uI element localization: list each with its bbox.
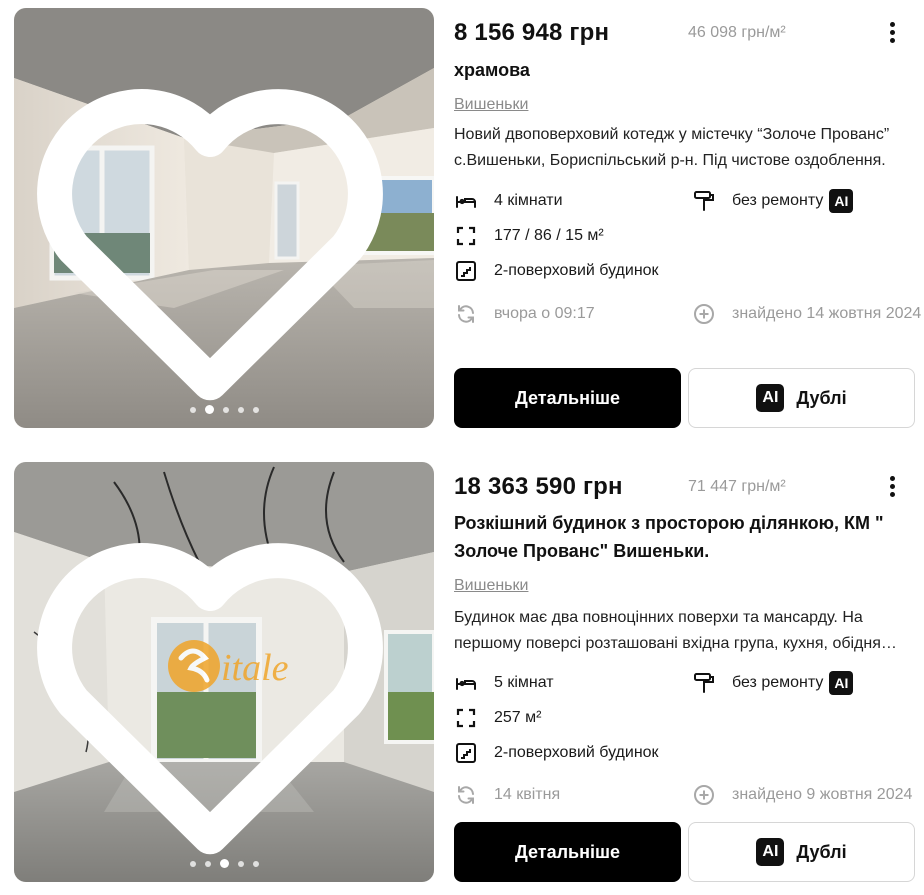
building-value: 2-поверховий будинок [494, 262, 659, 279]
feature-area: 257 м² [454, 706, 541, 730]
vertical-dots-icon[interactable] [882, 20, 902, 46]
listing-description: Будинок має два повноцінних поверхи та м… [454, 609, 881, 652]
building-value: 2-поверховий будинок [494, 744, 659, 761]
feature-building: 2-поверховий будинок [454, 741, 659, 765]
paint-roller-icon [692, 189, 716, 213]
carousel-dot[interactable] [204, 860, 211, 867]
listing-price: 18 363 590 грн [454, 473, 623, 500]
carousel-dot-active[interactable] [204, 405, 214, 414]
listing-location[interactable]: Вишеньки [454, 96, 528, 114]
plus-circle-icon [692, 302, 716, 326]
price-per-m2: 71 447 грн/м² [688, 478, 786, 495]
feature-renovation: без ремонту AI [692, 671, 854, 695]
feature-found: знайдено 9 жовтня 2024 [692, 783, 912, 807]
carousel-dot[interactable] [237, 860, 244, 867]
feature-updated: вчора о 09:17 [454, 302, 595, 326]
duplicates-label: Дублі [796, 841, 847, 862]
updated-value: 14 квітня [494, 786, 561, 803]
feature-rooms: 4 кімнати [454, 189, 563, 213]
plus-circle-icon [692, 783, 716, 807]
listing-price: 8 156 948 грн [454, 19, 610, 46]
area-value: 177 / 86 / 15 м² [494, 227, 604, 244]
details-button[interactable]: Детальніше [454, 822, 681, 882]
area-corners-icon [454, 706, 478, 730]
found-value: знайдено 14 жовтня 2024 [732, 305, 922, 322]
ai-badge: AI [756, 384, 785, 412]
feature-updated: 14 квітня [454, 783, 560, 807]
duplicates-button[interactable]: AI Дублі [688, 822, 915, 882]
details-button[interactable]: Детальніше [454, 368, 681, 428]
renovation-value: без ремонту [732, 192, 824, 209]
stairs-icon [454, 741, 478, 765]
ai-badge: AI [829, 189, 854, 213]
paint-roller-icon [692, 671, 716, 695]
carousel-dot[interactable] [252, 860, 259, 867]
carousel-dot[interactable] [252, 406, 259, 413]
listing-location[interactable]: Вишеньки [454, 577, 528, 595]
carousel-dot[interactable] [189, 860, 196, 867]
heart-outline-icon[interactable] [14, 478, 420, 882]
feature-found: знайдено 14 жовтня 2024 [692, 302, 921, 326]
feature-renovation: без ремонту AI [692, 189, 854, 213]
stairs-icon [454, 259, 478, 283]
duplicates-label: Дублі [796, 387, 847, 408]
listing-title[interactable]: храмова [454, 56, 904, 84]
listing-title[interactable]: Розкішний будинок з просторою ділянкою, … [454, 509, 904, 565]
rooms-value: 5 кімнат [494, 674, 554, 691]
bed-icon [454, 189, 478, 213]
refresh-icon [454, 783, 478, 807]
carousel-dot-active[interactable] [219, 859, 229, 868]
ai-badge: AI [829, 671, 854, 695]
ai-badge: AI [756, 838, 785, 866]
listing-description: Новий двоповерховий котедж у містечку “З… [454, 126, 890, 169]
carousel-dot[interactable] [222, 406, 229, 413]
carousel-dot[interactable] [189, 406, 196, 413]
carousel-dot[interactable] [237, 406, 244, 413]
heart-outline-icon[interactable] [14, 24, 420, 428]
feature-building: 2-поверховий будинок [454, 259, 659, 283]
feature-area: 177 / 86 / 15 м² [454, 224, 604, 248]
bed-icon [454, 671, 478, 695]
listing-photo[interactable]: itale [14, 462, 434, 882]
rooms-value: 4 кімнати [494, 192, 563, 209]
refresh-icon [454, 302, 478, 326]
photo-carousel-dots [14, 859, 434, 868]
price-per-m2: 46 098 грн/м² [688, 24, 786, 41]
vertical-dots-icon[interactable] [882, 474, 902, 500]
area-corners-icon [454, 224, 478, 248]
area-value: 257 м² [494, 709, 542, 726]
listing-card: itale 18 363 590 грн 71 447 грн/м² Розкі… [0, 455, 924, 895]
found-value: знайдено 9 жовтня 2024 [732, 786, 913, 803]
listing-photo[interactable] [14, 8, 434, 428]
listing-card: 8 156 948 грн 46 098 грн/м² храмова Више… [0, 0, 924, 440]
photo-carousel-dots [14, 405, 434, 414]
updated-value: вчора о 09:17 [494, 305, 595, 322]
duplicates-button[interactable]: AI Дублі [688, 368, 915, 428]
renovation-value: без ремонту [732, 674, 824, 691]
feature-rooms: 5 кімнат [454, 671, 554, 695]
